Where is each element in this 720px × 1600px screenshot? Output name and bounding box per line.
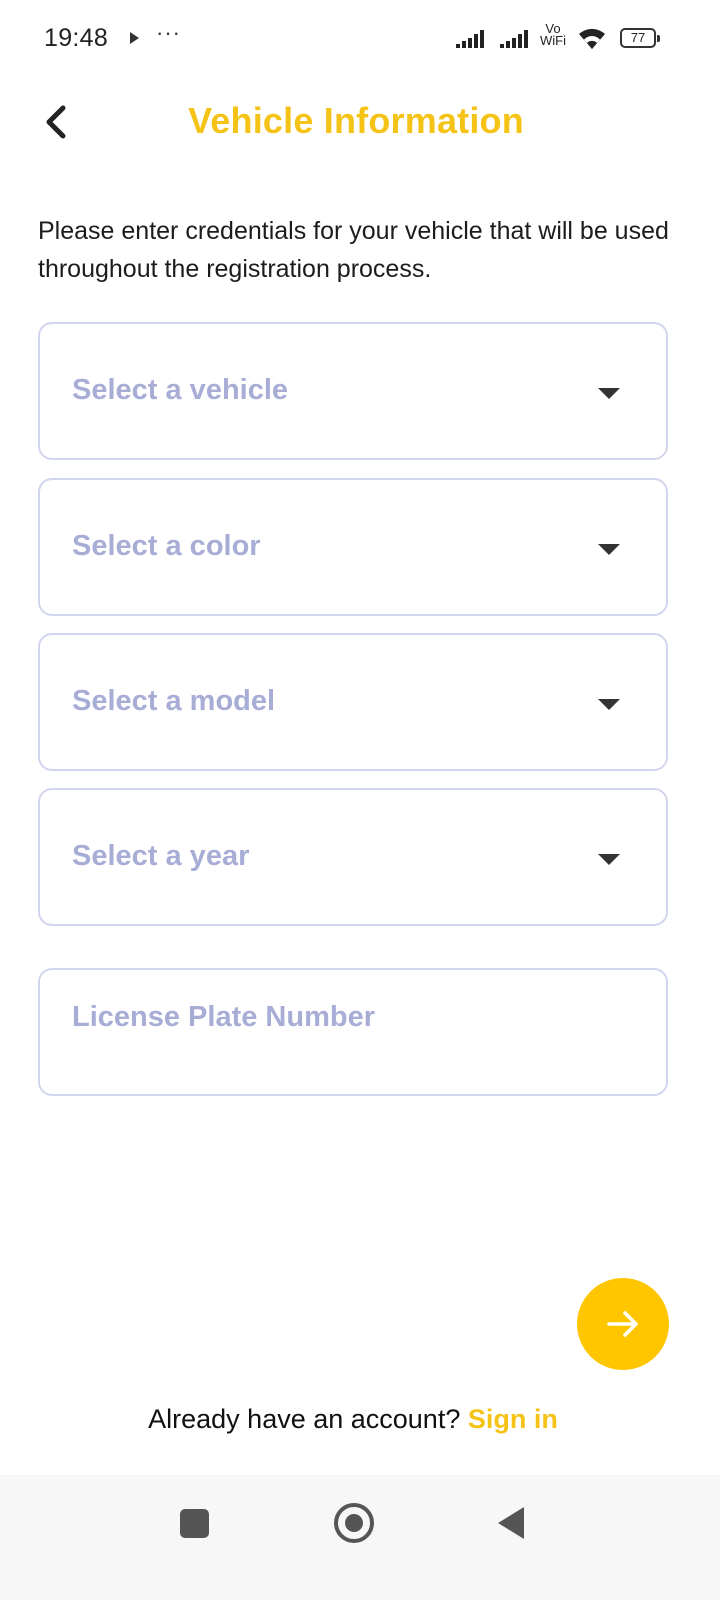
signin-prompt: Already have an account? Sign in	[0, 1404, 706, 1435]
more-notifications-icon: ···	[156, 20, 181, 45]
chevron-down-icon	[598, 544, 620, 555]
license-plate-input[interactable]: License Plate Number	[38, 968, 668, 1096]
model-select[interactable]: Select a model	[38, 633, 668, 771]
next-button[interactable]	[577, 1278, 669, 1370]
license-plate-placeholder: License Plate Number	[72, 1001, 375, 1033]
vehicle-information-screen: 19:48 ··· Vo WiFi 77 Vehicle Information…	[0, 0, 720, 1600]
signal-icon	[500, 30, 528, 48]
recent-apps-icon[interactable]	[180, 1509, 209, 1538]
signal-icon	[456, 30, 484, 48]
signin-question: Already have an account?	[148, 1404, 461, 1434]
status-bar: 19:48 ··· Vo WiFi 77	[0, 0, 720, 80]
chevron-down-icon	[598, 388, 620, 399]
vehicle-select-placeholder: Select a vehicle	[72, 374, 289, 406]
system-nav-bar	[0, 1475, 720, 1600]
color-select[interactable]: Select a color	[38, 478, 668, 616]
play-notification-icon	[130, 32, 139, 44]
year-select-placeholder: Select a year	[72, 840, 250, 872]
wifi-icon	[579, 28, 605, 49]
home-icon[interactable]	[334, 1503, 374, 1543]
nav-back-icon[interactable]	[498, 1507, 524, 1539]
color-select-placeholder: Select a color	[72, 530, 261, 562]
intro-text: Please enter credentials for your vehicl…	[38, 217, 669, 283]
signin-link[interactable]: Sign in	[468, 1404, 558, 1434]
model-select-placeholder: Select a model	[72, 685, 276, 717]
page-title: Vehicle Information	[188, 100, 524, 141]
vehicle-select[interactable]: Select a vehicle	[38, 322, 668, 460]
arrow-right-icon	[607, 1311, 638, 1337]
wifi-label: WiFi	[540, 33, 566, 48]
chevron-down-icon	[598, 699, 620, 710]
status-time: 19:48	[44, 24, 109, 52]
battery-icon: 77	[620, 28, 660, 48]
year-select[interactable]: Select a year	[38, 788, 668, 926]
vowifi-indicator: Vo WiFi	[540, 22, 566, 48]
chevron-down-icon	[598, 854, 620, 865]
